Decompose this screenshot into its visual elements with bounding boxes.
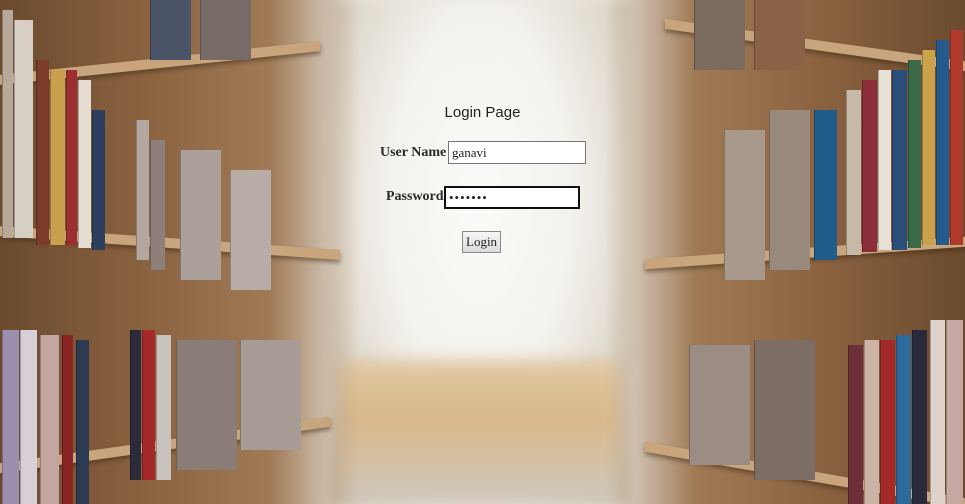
book-spine [848,345,863,504]
left-bookshelf [0,0,360,504]
book-spine [150,140,165,270]
book-spine [769,110,810,270]
password-label: Password [386,189,444,204]
book-spine [50,70,65,245]
book-spine [950,30,963,245]
book-spine [814,110,837,260]
book-spine [62,335,73,504]
book-spine [896,335,911,504]
login-panel: Login Page User Name Password Login [350,80,615,280]
library-background: Login Page User Name Password Login [0,0,965,504]
book-spine [724,130,765,280]
book-spine [880,340,895,504]
book-spine [689,345,750,465]
book-spine [78,80,91,248]
book-spine [156,335,171,480]
book-spine [930,320,945,504]
book-spine [946,320,963,504]
book-spine [754,0,805,70]
book-spine [892,70,907,250]
book-spine [150,0,191,60]
book-spine [912,330,927,504]
book-spine [2,330,19,504]
book-spine [908,60,921,248]
book-spine [862,80,877,252]
book-spine [176,340,237,470]
book-spine [922,50,935,245]
book-spine [92,110,105,250]
book-spine [878,70,891,250]
login-button[interactable]: Login [462,231,502,253]
book-spine [180,150,221,280]
username-label: User Name [380,145,447,160]
book-spine [754,340,815,480]
book-spine [936,40,949,245]
book-spine [14,20,33,238]
book-spine [130,330,141,480]
book-spine [694,0,745,70]
book-spine [66,70,77,245]
background-floor [340,360,620,504]
username-input[interactable] [448,141,586,164]
page-title: Login Page [444,104,521,121]
book-spine [136,120,149,260]
book-spine [240,340,301,450]
book-spine [846,90,861,255]
password-input[interactable] [444,186,580,209]
book-spine [864,340,879,504]
book-spine [76,340,89,504]
book-spine [36,60,49,245]
book-spine [200,0,251,60]
right-bookshelf [605,0,965,504]
book-spine [230,170,271,290]
book-spine [20,330,37,504]
book-spine [2,10,13,238]
book-spine [142,330,155,480]
book-spine [40,335,59,504]
